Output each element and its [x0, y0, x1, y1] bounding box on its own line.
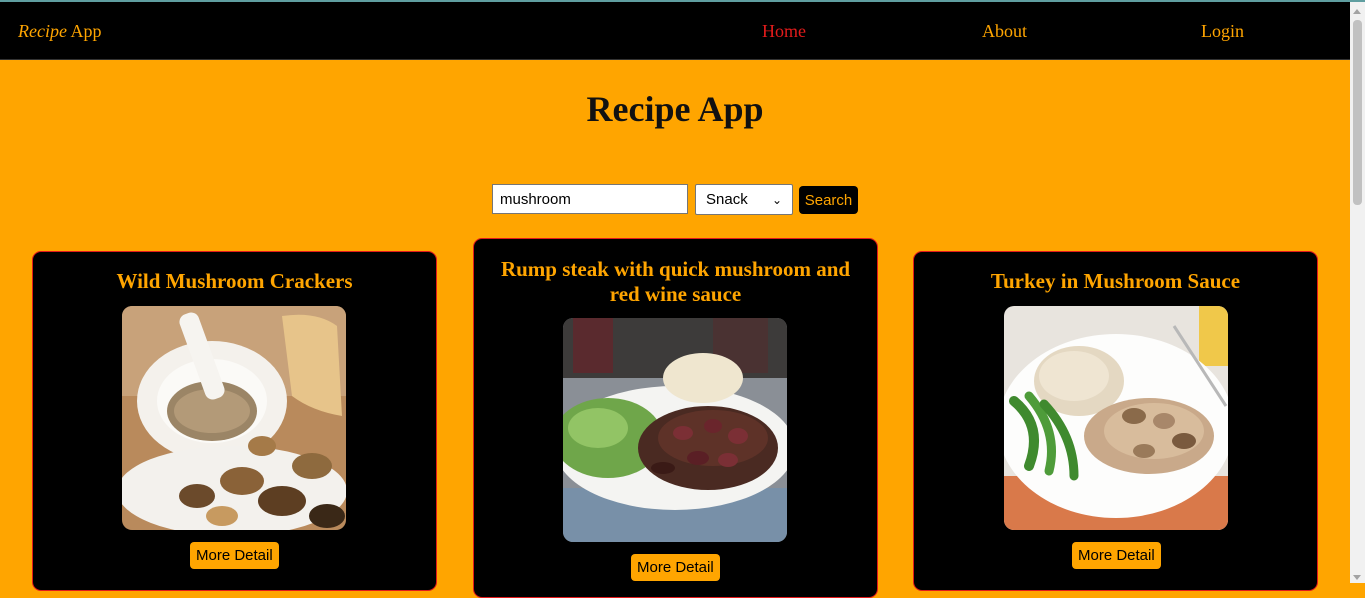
nav-link-login[interactable]: Login	[1201, 21, 1244, 42]
brand-italic: Recipe	[18, 21, 67, 41]
scroll-up-icon[interactable]	[1353, 9, 1361, 14]
search-input[interactable]	[492, 184, 688, 214]
recipe-image-turkey-mushroom	[1004, 306, 1228, 530]
page-title: Recipe App	[586, 89, 764, 129]
scroll-thumb[interactable]	[1353, 20, 1362, 205]
recipe-card: Wild Mushroom Crackers More Detail	[32, 251, 437, 591]
recipe-card-title: Rump steak with quick mushroom and red w…	[500, 257, 851, 306]
more-detail-button[interactable]: More Detail	[1072, 542, 1161, 569]
category-select[interactable]: Snack ⌄	[695, 184, 793, 215]
nav-link-home[interactable]: Home	[762, 21, 806, 42]
more-detail-button[interactable]: More Detail	[631, 554, 720, 581]
chevron-down-icon: ⌄	[771, 192, 782, 207]
recipe-card-title: Turkey in Mushroom Sauce	[990, 269, 1241, 293]
search-button[interactable]: Search	[799, 186, 858, 214]
recipe-card-title: Wild Mushroom Crackers	[116, 269, 353, 293]
nav-link-about[interactable]: About	[982, 21, 1027, 42]
category-select-value: Snack	[706, 191, 748, 208]
navbar: Recipe App Home About Login	[0, 2, 1350, 60]
more-detail-button[interactable]: More Detail	[190, 542, 279, 569]
recipe-card: Rump steak with quick mushroom and red w…	[473, 238, 878, 598]
scroll-down-icon[interactable]	[1353, 575, 1361, 580]
recipe-image-rump-steak	[563, 318, 787, 542]
brand-rest: App	[66, 21, 102, 41]
brand-logo[interactable]: Recipe App	[18, 21, 101, 42]
recipe-image-mortar-mushrooms	[122, 306, 346, 530]
recipe-card: Turkey in Mushroom Sauce More Detail	[913, 251, 1318, 591]
vertical-scrollbar[interactable]	[1350, 2, 1365, 583]
